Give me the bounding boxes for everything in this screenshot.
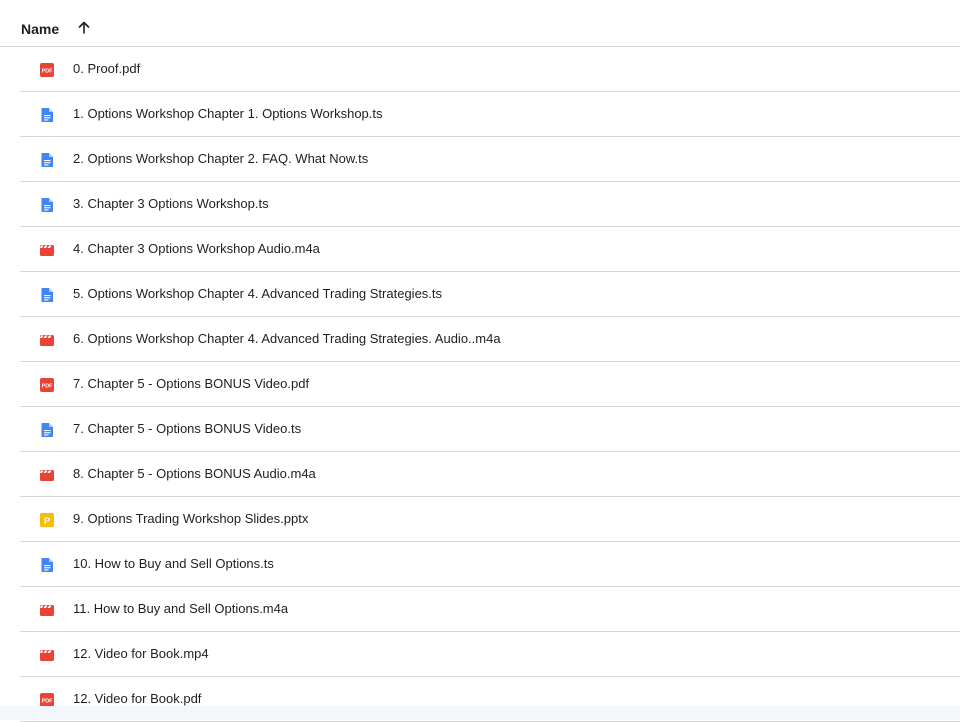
document-icon [39,197,55,213]
file-row[interactable]: 11. How to Buy and Sell Options.m4a [20,587,960,632]
file-name[interactable]: 12. Video for Book.pdf [73,691,201,706]
file-name[interactable]: 12. Video for Book.mp4 [73,646,209,661]
file-row[interactable]: 5. Options Workshop Chapter 4. Advanced … [20,272,960,317]
file-row[interactable]: 8. Chapter 5 - Options BONUS Audio.m4a [20,452,960,497]
bottom-bar [0,706,960,720]
file-name[interactable]: 9. Options Trading Workshop Slides.pptx [73,511,308,526]
file-name[interactable]: 5. Options Workshop Chapter 4. Advanced … [73,286,442,301]
svg-text:P: P [44,516,51,527]
file-name[interactable]: 4. Chapter 3 Options Workshop Audio.m4a [73,241,320,256]
file-row[interactable]: PDF 0. Proof.pdf [20,47,960,92]
svg-text:PDF: PDF [42,698,53,704]
file-row[interactable]: 1. Options Workshop Chapter 1. Options W… [20,92,960,137]
file-row[interactable]: PDF 7. Chapter 5 - Options BONUS Video.pd… [20,362,960,407]
file-row[interactable]: 12. Video for Book.mp4 [20,632,960,677]
svg-text:PDF: PDF [42,383,53,389]
file-name[interactable]: 1. Options Workshop Chapter 1. Options W… [73,106,383,121]
file-row[interactable]: 4. Chapter 3 Options Workshop Audio.m4a [20,227,960,272]
file-name[interactable]: 8. Chapter 5 - Options BONUS Audio.m4a [73,466,316,481]
file-name[interactable]: 11. How to Buy and Sell Options.m4a [73,601,288,616]
video-icon [39,332,55,348]
svg-text:PDF: PDF [42,68,53,74]
file-row[interactable]: 7. Chapter 5 - Options BONUS Video.ts [20,407,960,452]
file-name[interactable]: 7. Chapter 5 - Options BONUS Video.ts [73,421,301,436]
file-row[interactable]: 2. Options Workshop Chapter 2. FAQ. What… [20,137,960,182]
file-row[interactable]: P 9. Options Trading Workshop Slides.pptx [20,497,960,542]
document-icon [39,422,55,438]
file-name[interactable]: 0. Proof.pdf [73,61,140,76]
document-icon [39,107,55,123]
video-icon [39,467,55,483]
name-column-header[interactable]: Name [21,21,59,37]
file-row[interactable]: 6. Options Workshop Chapter 4. Advanced … [20,317,960,362]
video-icon [39,647,55,663]
video-icon [39,242,55,258]
file-list: PDF 0. Proof.pdf 1. Options Workshop Chapt… [0,47,960,722]
file-name[interactable]: 10. How to Buy and Sell Options.ts [73,556,274,571]
file-row[interactable]: 10. How to Buy and Sell Options.ts [20,542,960,587]
file-name[interactable]: 3. Chapter 3 Options Workshop.ts [73,196,269,211]
video-icon [39,602,55,618]
file-list-header: Name [0,0,960,47]
file-name[interactable]: 7. Chapter 5 - Options BONUS Video.pdf [73,376,309,391]
document-icon [39,557,55,573]
pdf-icon: PDF [39,377,55,393]
document-icon [39,152,55,168]
file-name[interactable]: 2. Options Workshop Chapter 2. FAQ. What… [73,151,368,166]
document-icon [39,287,55,303]
pdf-icon: PDF [39,62,55,78]
file-row[interactable]: 3. Chapter 3 Options Workshop.ts [20,182,960,227]
sort-ascending-icon[interactable] [73,16,95,38]
slides-icon: P [39,512,55,528]
file-name[interactable]: 6. Options Workshop Chapter 4. Advanced … [73,331,501,346]
